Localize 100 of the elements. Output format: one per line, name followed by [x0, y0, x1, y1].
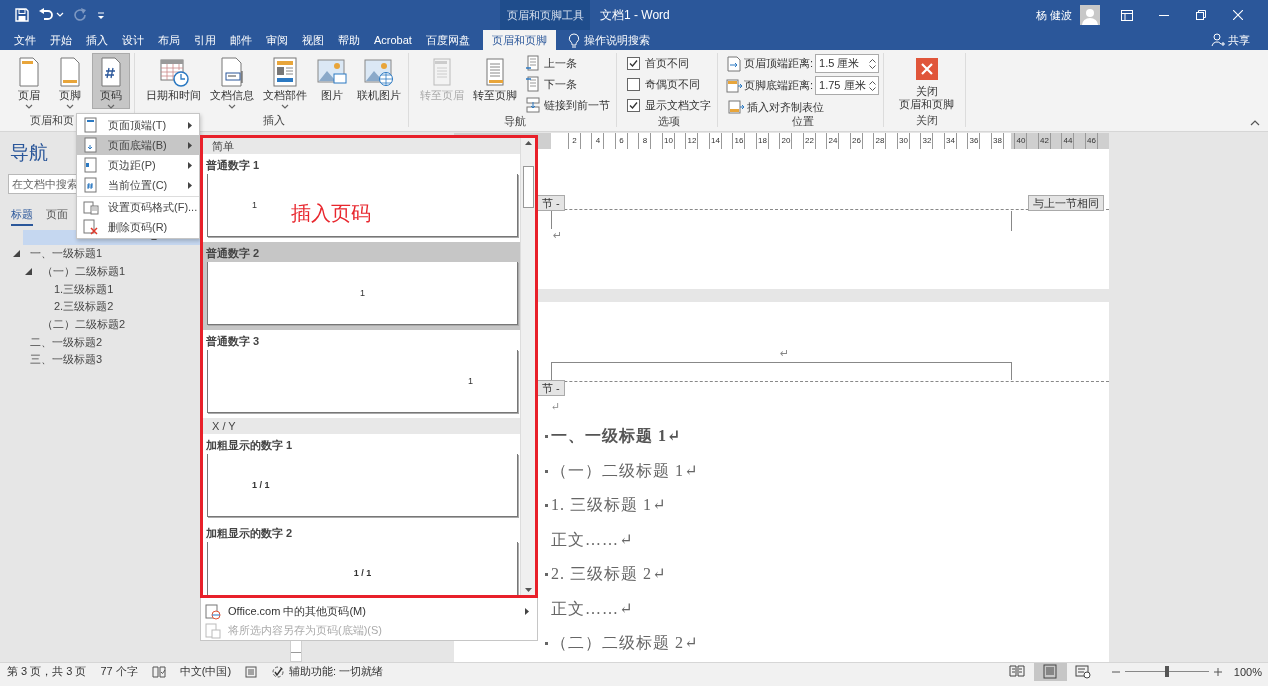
close-icon	[915, 58, 938, 80]
menu-item[interactable]: Office.com 中的其他页码(M)	[201, 602, 537, 621]
caret-icon[interactable]	[56, 12, 64, 18]
ribbon-tab[interactable]: 百度网盘	[418, 30, 477, 50]
ribbon-display-icon[interactable]	[1120, 9, 1133, 21]
checkbox[interactable]	[627, 56, 640, 70]
heading-item[interactable]: 2.三级标题2	[54, 299, 114, 315]
checkbox[interactable]	[627, 77, 640, 91]
ribbon-tab[interactable]: 审阅	[259, 30, 295, 50]
group-label: 页眉和页	[30, 113, 74, 127]
expanded-triangle-icon[interactable]	[13, 250, 20, 258]
menu-item[interactable]: 页面顶端(T)	[77, 115, 199, 135]
menu-item[interactable]: 当前位置(C)	[77, 175, 199, 195]
save-icon[interactable]	[14, 7, 30, 23]
ribbon-tab[interactable]: 插入	[79, 30, 115, 50]
close-header-footer-button[interactable]: 关闭 页眉和页脚	[892, 53, 962, 109]
macro-icon[interactable]	[245, 665, 258, 678]
ribbon-button[interactable]: 下一条	[523, 74, 612, 94]
scroll-thumb[interactable]	[522, 165, 534, 208]
heading-text: 一、一级标题 1↵	[551, 427, 682, 444]
language-status[interactable]: 中文(中国)	[179, 664, 232, 679]
ribbon-button[interactable]: 页脚	[51, 53, 89, 109]
ribbon-button[interactable]: 插入对齐制表位	[726, 97, 880, 117]
body-text: 正文……↵	[551, 530, 634, 548]
menu-item[interactable]: 页边距(P)	[77, 155, 199, 175]
web-layout-icon	[1075, 664, 1092, 679]
ribbon-tab[interactable]: 设计	[115, 30, 151, 50]
ribbon-tab[interactable]: 页眉和页脚	[482, 30, 556, 50]
ribbon-button[interactable]: 文档信息	[207, 53, 257, 109]
check-icon	[629, 58, 638, 68]
proofing-icon[interactable]	[151, 665, 166, 678]
gallery-item[interactable]: 普通数字 2 1	[203, 242, 521, 330]
header-tag: 节 -	[537, 380, 565, 396]
accessibility-icon	[271, 664, 286, 679]
menu-item[interactable]: 页面底端(B)	[77, 135, 199, 155]
ribbon-tab[interactable]: 文件	[7, 30, 43, 50]
collapse-ribbon-icon[interactable]	[1250, 120, 1260, 126]
scroll-down-icon[interactable]	[524, 588, 532, 592]
lightbulb-icon[interactable]	[567, 32, 580, 48]
heading-item[interactable]: 三、一级标题3	[30, 352, 103, 368]
ribbon-button[interactable]: 页眉	[10, 53, 48, 109]
globe-page-icon	[205, 603, 221, 620]
ribbon-tab[interactable]: 邮件	[223, 30, 259, 50]
accessibility-status[interactable]: 辅助功能: 一切就绪	[271, 664, 384, 679]
heading-item[interactable]: 1.三级标题1	[54, 281, 114, 297]
print-layout-icon	[1042, 664, 1059, 679]
ribbon-button[interactable]: 转至页脚	[470, 53, 520, 109]
word-count[interactable]: 77 个字	[100, 664, 138, 679]
next-icon	[525, 76, 541, 92]
close-icon[interactable]	[1232, 10, 1243, 20]
heading-item[interactable]: 二、一级标题2	[30, 334, 103, 350]
ribbon-tab[interactable]: 布局	[151, 30, 187, 50]
ribbon-tab[interactable]: Acrobat	[367, 30, 419, 50]
heading-item[interactable]: 一、一级标题1	[30, 246, 103, 262]
expanded-triangle-icon[interactable]	[25, 268, 32, 276]
checkbox[interactable]	[627, 98, 640, 112]
tell-me-search[interactable]: 操作说明搜索	[583, 32, 650, 48]
pane-tab[interactable]: 标题	[11, 204, 33, 226]
menu-item[interactable]: 删除页码(R)	[77, 217, 199, 237]
zoom-thumb[interactable]	[1164, 666, 1169, 677]
scrollbar[interactable]	[520, 138, 535, 595]
spin-field[interactable]: 1.5 厘米	[815, 54, 880, 73]
ribbon-button[interactable]: 文档部件	[260, 53, 310, 109]
ribbon-tab[interactable]: 开始	[43, 30, 79, 50]
user-name[interactable]: 杨 健波	[1035, 7, 1072, 23]
redo-icon[interactable]	[72, 7, 88, 23]
scroll-up-icon[interactable]	[524, 141, 532, 145]
ribbon-button[interactable]: 图片	[313, 53, 351, 109]
ribbon-button[interactable]: 上一条	[523, 53, 612, 73]
bullet-icon	[545, 469, 548, 473]
menu-item[interactable]: 设置页码格式(F)...	[77, 196, 199, 217]
share-button[interactable]: 共享	[1211, 30, 1250, 50]
customize-icon[interactable]	[96, 10, 106, 20]
read-mode-icon	[1009, 664, 1026, 679]
page-margin-icon	[83, 157, 99, 173]
gallery-section-heading: X / Y	[203, 418, 521, 434]
page-bottom-icon	[83, 137, 99, 153]
spin-field[interactable]: 1.75 厘米	[815, 76, 880, 95]
page-count[interactable]: 第 3 页，共 3 页	[7, 664, 87, 679]
group-label: 导航	[503, 114, 526, 128]
ribbon-button[interactable]: 页码	[92, 53, 130, 109]
zoom-in-icon[interactable]	[1213, 667, 1222, 676]
heading-item[interactable]: （二）二级标题2	[42, 317, 126, 333]
ribbon-tab[interactable]: 引用	[187, 30, 223, 50]
restore-icon[interactable]	[1195, 10, 1206, 20]
pane-tab[interactable]: 页面	[46, 204, 68, 226]
group-label: 位置	[791, 114, 814, 128]
footer-position-icon	[728, 99, 744, 115]
share-icon	[1211, 33, 1225, 47]
ribbon-button[interactable]: 联机图片	[354, 53, 404, 109]
undo-icon[interactable]	[38, 7, 54, 23]
heading-text: 1. 三级标题 1↵	[551, 496, 667, 513]
ribbon-tab[interactable]: 视图	[295, 30, 331, 50]
view-button[interactable]	[1033, 662, 1067, 681]
heading-item[interactable]: （一）二级标题1	[42, 264, 126, 280]
ribbon-button[interactable]: 链接到前一节	[523, 95, 612, 115]
zoom-level[interactable]: 100%	[1233, 665, 1262, 678]
ribbon-tab[interactable]: 帮助	[331, 30, 367, 50]
group-label: 选项	[658, 114, 680, 128]
ribbon-button[interactable]: 日期和时间	[143, 53, 204, 109]
